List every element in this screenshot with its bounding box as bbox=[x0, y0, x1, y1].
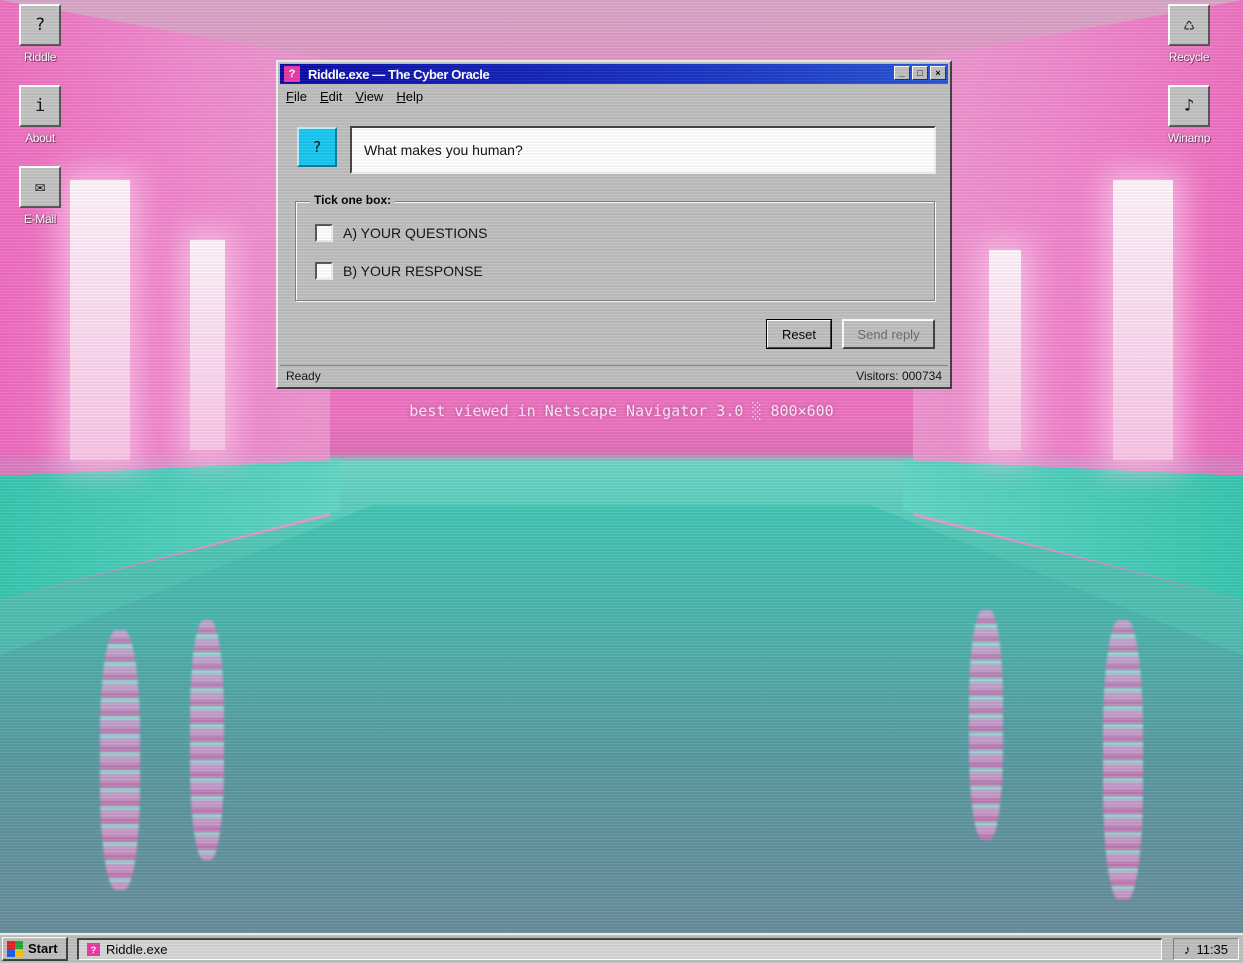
music-note-icon: ♪ bbox=[1168, 85, 1210, 127]
desktop-icon-label: Recycle bbox=[1168, 50, 1210, 64]
desktop-icon-email[interactable]: ✉ E-Mail bbox=[0, 166, 80, 226]
clock: 11:35 bbox=[1196, 941, 1229, 957]
desktop-icon-label: E-Mail bbox=[23, 212, 57, 226]
desktop-icon-label: Winamp bbox=[1167, 131, 1211, 145]
status-text: Ready bbox=[286, 368, 321, 383]
window-title: Riddle.exe — The Cyber Oracle bbox=[308, 66, 490, 82]
riddle-window: ? Riddle.exe — The Cyber Oracle _ □ × Fi… bbox=[276, 60, 952, 389]
send-reply-button[interactable]: Send reply bbox=[842, 319, 935, 349]
taskbar-item-label: Riddle.exe bbox=[106, 942, 168, 957]
question-mark-icon: ? bbox=[297, 127, 337, 167]
desktop: ? Riddle i About ✉ E-Mail ♺ Recycle ♪ Wi… bbox=[0, 0, 1243, 963]
recycle-icon: ♺ bbox=[1168, 4, 1210, 46]
info-icon: i bbox=[19, 85, 61, 127]
desktop-icon-recycle[interactable]: ♺ Recycle bbox=[1149, 4, 1229, 64]
desktop-icon-winamp[interactable]: ♪ Winamp bbox=[1149, 85, 1229, 145]
menu-help[interactable]: Help bbox=[396, 89, 423, 104]
option-a-checkbox[interactable] bbox=[315, 224, 333, 242]
menu-file[interactable]: File bbox=[286, 89, 307, 104]
answer-group-label: Tick one box: bbox=[310, 193, 396, 207]
minimize-button[interactable]: _ bbox=[894, 66, 910, 80]
option-b[interactable]: B) YOUR RESPONSE bbox=[315, 262, 483, 280]
start-button[interactable]: Start bbox=[2, 937, 68, 961]
desktop-icon-riddle[interactable]: ? Riddle bbox=[0, 4, 80, 64]
taskbar: Start ? Riddle.exe ♪ 11:35 bbox=[0, 933, 1243, 963]
music-note-icon[interactable]: ♪ bbox=[1184, 942, 1191, 957]
menu-bar: File Edit View Help bbox=[286, 89, 423, 104]
desktop-icon-about[interactable]: i About bbox=[0, 85, 80, 145]
envelope-icon: ✉ bbox=[19, 166, 61, 208]
riddle-app-icon: ? bbox=[284, 66, 300, 82]
desktop-icon-label: About bbox=[25, 131, 55, 145]
question-text: What makes you human? bbox=[350, 126, 936, 174]
riddle-app-icon: ? bbox=[87, 943, 100, 956]
background-reflection bbox=[190, 620, 224, 860]
background-window bbox=[989, 250, 1021, 450]
option-b-label: B) YOUR RESPONSE bbox=[343, 263, 483, 279]
start-label: Start bbox=[28, 941, 58, 956]
question-mark-icon: ? bbox=[19, 4, 61, 46]
reset-button[interactable]: Reset bbox=[766, 319, 832, 349]
taskbar-item-riddle[interactable]: ? Riddle.exe bbox=[77, 938, 1162, 960]
close-button[interactable]: × bbox=[930, 66, 946, 80]
answer-group: Tick one box: A) YOUR QUESTIONS B) YOUR … bbox=[295, 193, 935, 301]
window-titlebar[interactable]: ? Riddle.exe — The Cyber Oracle _ □ × bbox=[280, 64, 948, 84]
status-bar: Ready Visitors: 000734 bbox=[280, 365, 948, 385]
background-reflection bbox=[1103, 620, 1143, 900]
desktop-icon-label: Riddle bbox=[23, 50, 57, 64]
background-pool-water bbox=[0, 505, 1243, 935]
maximize-button[interactable]: □ bbox=[912, 66, 928, 80]
menu-edit[interactable]: Edit bbox=[320, 89, 342, 104]
background-reflection bbox=[100, 630, 140, 890]
system-tray: ♪ 11:35 bbox=[1173, 938, 1239, 960]
windows-logo-icon bbox=[7, 940, 23, 957]
option-a-label: A) YOUR QUESTIONS bbox=[343, 225, 488, 241]
background-reflection bbox=[969, 610, 1003, 840]
menu-view[interactable]: View bbox=[355, 89, 383, 104]
option-b-checkbox[interactable] bbox=[315, 262, 333, 280]
visitor-counter: Visitors: 000734 bbox=[856, 368, 942, 383]
option-a[interactable]: A) YOUR QUESTIONS bbox=[315, 224, 487, 242]
netscape-banner: best viewed in Netscape Navigator 3.0 ░ … bbox=[409, 402, 834, 420]
